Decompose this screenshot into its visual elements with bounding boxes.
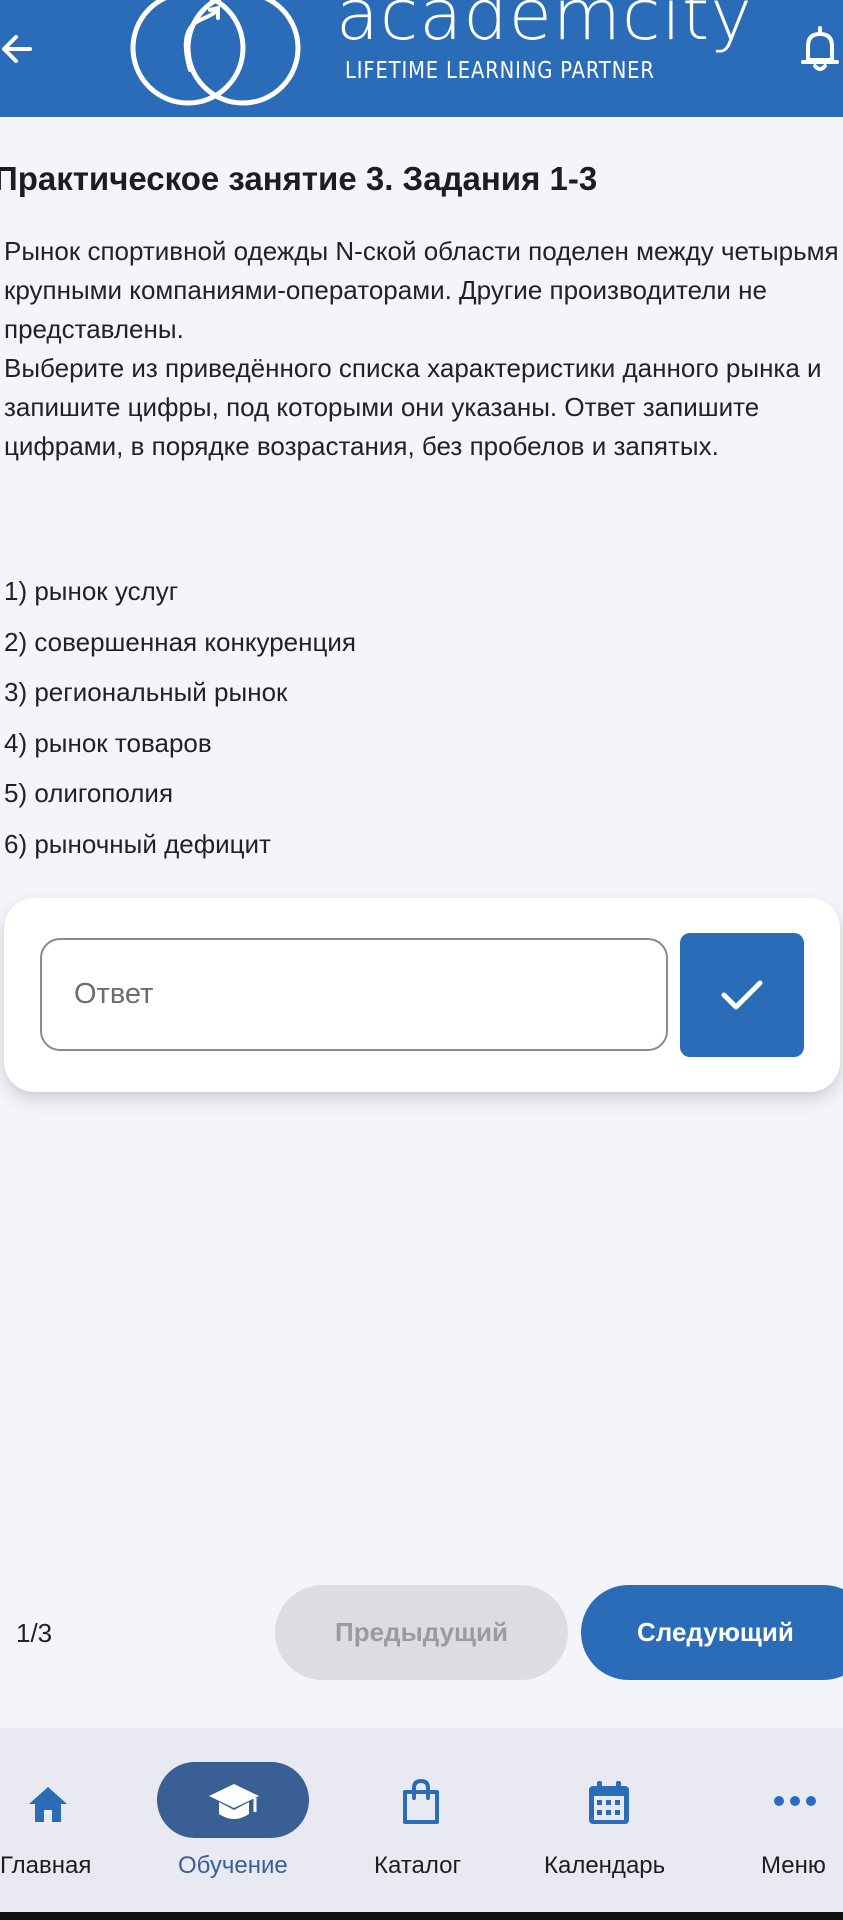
nav-label: Меню — [761, 1852, 826, 1879]
option-item: 1) рынок услуг — [4, 576, 179, 606]
nav-item-menu[interactable]: Меню — [757, 1728, 843, 1912]
option-item: 2) совершенная конкуренция — [4, 626, 356, 657]
nav-label: Главная — [0, 1852, 92, 1879]
more-horizontal-icon — [774, 1796, 816, 1806]
nav-item-learning[interactable]: Обучение — [157, 1728, 309, 1912]
nav-label: Календарь — [544, 1852, 666, 1879]
brand-tagline: LIFETIME LEARNING PARTNER — [345, 58, 655, 84]
nav-item-home[interactable]: Главная — [0, 1728, 110, 1912]
system-home-bar — [0, 1912, 843, 1920]
bell-icon — [801, 26, 839, 71]
graduation-cap-icon — [209, 1784, 259, 1819]
option-item: 5) олигополия — [4, 778, 174, 808]
nav-item-calendar[interactable]: Календарь — [542, 1728, 677, 1912]
previous-button[interactable]: Предыдущий — [275, 1585, 568, 1680]
option-item: 4) рынок товаров — [4, 727, 212, 758]
arrow-left-icon — [2, 35, 32, 63]
options-list: 1) рынок услуг 2) совершенная конкуренци… — [4, 566, 356, 869]
option-item: 3) региональный рынок — [4, 677, 288, 707]
option-item: 6) рыночный дефицит — [4, 828, 271, 859]
submit-answer-button[interactable] — [680, 933, 804, 1057]
shopping-bag-icon — [403, 1778, 439, 1824]
task-description: Рынок спортивной одежды N-ской области п… — [4, 236, 839, 461]
lesson-title: Практическое занятие 3. Задания 1-3 — [0, 160, 598, 197]
checkmark-icon — [721, 980, 763, 1010]
back-button[interactable] — [0, 25, 40, 70]
nav-item-catalog[interactable]: Каталог — [370, 1728, 475, 1912]
nav-label: Каталог — [374, 1852, 462, 1879]
academcity-logo-icon — [130, 0, 301, 106]
brand-name: academcity — [336, 0, 753, 56]
home-icon — [29, 1787, 67, 1822]
bottom-navigation: Главная Обучение Каталог Календарь Меню — [0, 1728, 843, 1912]
app-header: academcity LIFETIME LEARNING PARTNER — [0, 0, 843, 117]
calendar-icon — [589, 1781, 629, 1824]
notifications-button[interactable] — [798, 24, 843, 74]
answer-card — [4, 898, 840, 1092]
next-button[interactable]: Следующий — [581, 1585, 843, 1680]
nav-label: Обучение — [178, 1852, 288, 1879]
page-counter: 1/3 — [16, 1618, 53, 1648]
answer-input[interactable] — [40, 938, 668, 1051]
